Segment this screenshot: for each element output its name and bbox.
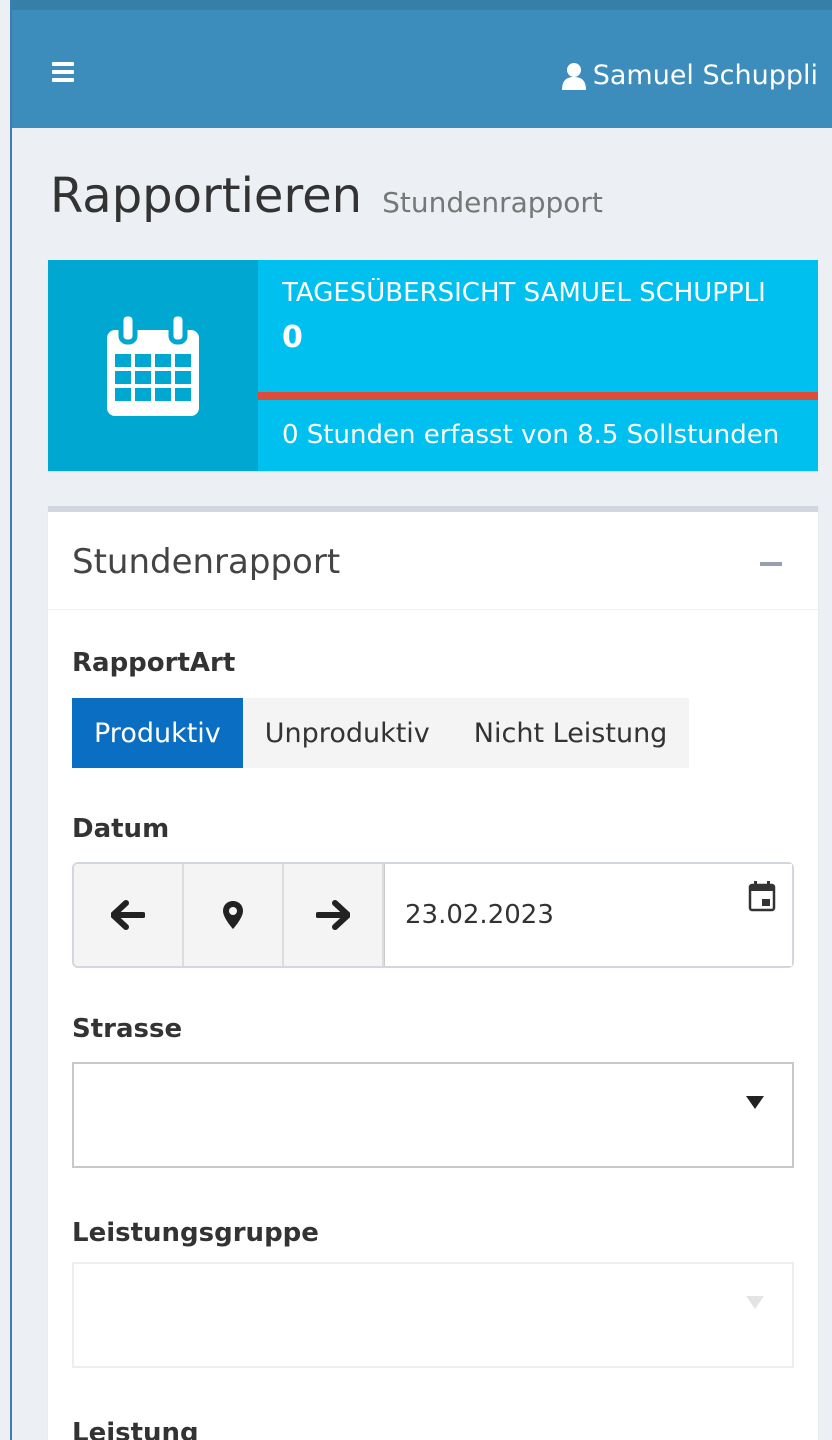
- date-field[interactable]: 23.02.2023: [384, 864, 792, 966]
- segment-nicht-leistung[interactable]: Nicht Leistung: [452, 698, 690, 768]
- left-edge: [0, 0, 12, 1440]
- strasse-select[interactable]: [72, 1062, 794, 1168]
- infobox-number: 0: [282, 320, 303, 355]
- box-title: Stundenrapport: [72, 542, 341, 582]
- datum-label: Datum: [72, 814, 170, 844]
- page-title: Rapportieren Stundenrapport: [50, 168, 603, 224]
- infobox-description: 0 Stunden erfasst von 8.5 Sollstunden: [282, 420, 780, 450]
- top-navbar: Samuel Schuppli: [12, 0, 832, 128]
- chevron-down-icon: [746, 1296, 764, 1309]
- segment-produktiv[interactable]: Produktiv: [72, 698, 243, 768]
- previous-day-button[interactable]: [74, 864, 184, 966]
- hamburger-icon[interactable]: [52, 62, 88, 92]
- infobox-title: TAGESÜBERSICHT SAMUEL SCHUPPLI: [282, 278, 766, 308]
- date-value: 23.02.2023: [405, 900, 554, 930]
- arrow-left-icon: [111, 900, 145, 930]
- calendar-small-icon[interactable]: [748, 880, 776, 912]
- page-subtitle: Stundenrapport: [382, 186, 603, 219]
- leistungsgruppe-select: [72, 1262, 794, 1368]
- user-menu[interactable]: Samuel Schuppli: [561, 60, 818, 91]
- infobox-content: TAGESÜBERSICHT SAMUEL SCHUPPLI 0: [282, 278, 804, 355]
- user-name: Samuel Schuppli: [592, 60, 818, 91]
- rapportart-segmented-control: Produktiv Unproduktiv Nicht Leistung: [72, 698, 690, 768]
- page-title-main: Rapportieren: [50, 168, 363, 224]
- leistungsgruppe-label: Leistungsgruppe: [72, 1218, 319, 1248]
- calendar-icon: [107, 313, 199, 416]
- infobox-icon-area: [48, 260, 258, 471]
- stundenrapport-form-box: Stundenrapport RapportArt Produktiv Unpr…: [48, 506, 818, 1440]
- chevron-down-icon: [746, 1096, 764, 1109]
- collapse-minus-icon[interactable]: [760, 562, 782, 566]
- day-overview-infobox: TAGESÜBERSICHT SAMUEL SCHUPPLI 0 0 Stund…: [48, 260, 818, 471]
- segment-unproduktiv[interactable]: Unproduktiv: [243, 698, 452, 768]
- rapportart-label: RapportArt: [72, 648, 236, 678]
- leistung-label: Leistung: [72, 1418, 199, 1440]
- date-input-group: 23.02.2023: [72, 862, 794, 968]
- map-marker-icon: [223, 901, 243, 929]
- next-day-button[interactable]: [284, 864, 384, 966]
- strasse-label: Strasse: [72, 1014, 183, 1044]
- today-location-button[interactable]: [184, 864, 284, 966]
- user-icon: [561, 62, 586, 90]
- progress-bar: [258, 392, 818, 400]
- box-header: Stundenrapport: [48, 512, 818, 610]
- arrow-right-icon: [316, 900, 350, 930]
